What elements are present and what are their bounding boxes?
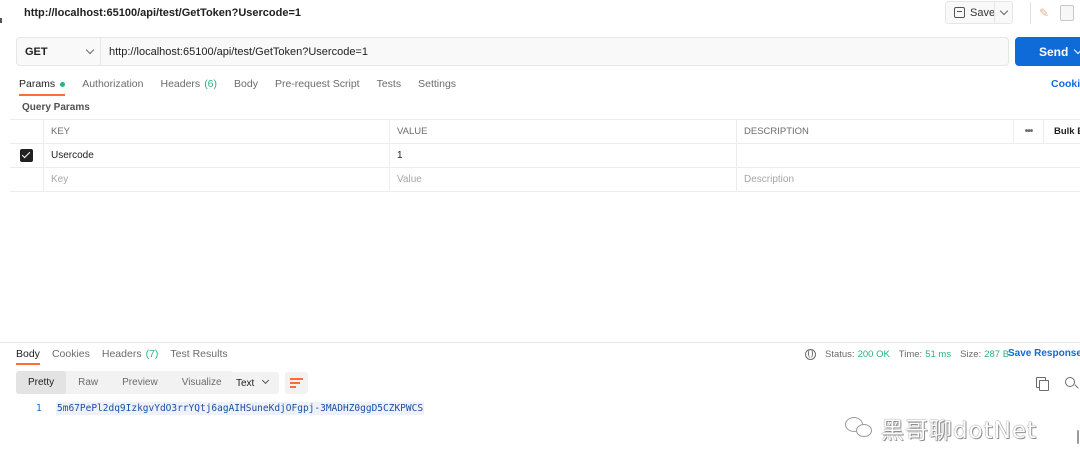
tab-label: Tests (376, 78, 402, 90)
tab-response-headers[interactable]: Headers (7) (102, 346, 159, 362)
view-preview[interactable]: Preview (110, 371, 170, 394)
size-label: Size: (960, 348, 982, 360)
tab-label: Test Results (170, 348, 228, 360)
tab-label: Authorization (82, 78, 144, 90)
format-select[interactable]: Text (229, 372, 279, 394)
param-key[interactable]: Usercode (43, 144, 389, 167)
new-value-input[interactable]: Value (389, 168, 736, 191)
send-button[interactable]: Send (1015, 37, 1080, 66)
chevron-down-icon[interactable] (1073, 45, 1080, 55)
value-column-header: VALUE (389, 120, 736, 143)
response-body-line: 1 5m67PePl2dq9IzkgvYdO3rrYQtj6agAIHSuneK… (36, 402, 425, 415)
query-params-table: KEY VALUE DESCRIPTION ••• Bulk Ed Userco… (10, 119, 1080, 192)
response-token-text[interactable]: 5m67PePl2dq9IzkgvYdO3rrYQtj6agAIHSuneKdj… (56, 402, 425, 415)
param-checkbox[interactable] (20, 149, 33, 162)
save-divider (994, 2, 995, 23)
tab-label: Body (16, 348, 40, 360)
search-icon[interactable] (1065, 377, 1075, 387)
header-checkbox-cell (10, 120, 43, 143)
param-value[interactable]: 1 (389, 144, 736, 167)
cookies-link[interactable]: Cookie (1051, 78, 1080, 90)
time-label: Time: (898, 348, 923, 360)
param-description[interactable] (736, 144, 1013, 167)
tab-label: Settings (418, 78, 457, 90)
tab-label: Pre-request Script (274, 78, 360, 90)
wrap-lines-icon (290, 378, 303, 388)
watermark-text: 黑哥聊dotNet (881, 418, 1038, 444)
chevron-down-icon (85, 45, 95, 55)
tab-label: Params (19, 78, 56, 90)
response-status-bar: Status: 200 OK Time: 51 ms Size: 287 B (805, 347, 1018, 361)
tab-label: Cookies (51, 348, 90, 360)
response-pane-divider[interactable] (0, 342, 1080, 343)
view-pretty[interactable]: Pretty (16, 371, 67, 394)
scrollbar[interactable] (1077, 430, 1079, 444)
table-row: Usercode 1 (10, 144, 1080, 168)
documentation-icon[interactable] (1060, 5, 1074, 21)
tab-tests[interactable]: Tests (377, 75, 402, 93)
watermark: 黑哥聊dotNet (845, 411, 1037, 445)
globe-icon[interactable] (805, 348, 816, 360)
description-column-header: DESCRIPTION (736, 120, 1013, 143)
copy-icon[interactable] (1036, 377, 1049, 391)
chevron-down-icon (261, 376, 270, 385)
tab-label: Body (234, 78, 258, 90)
status-label: Status: (825, 348, 855, 360)
save-response-label: Save Response (1008, 348, 1080, 359)
new-description-input[interactable]: Description (736, 168, 1013, 191)
new-key-input[interactable]: Key (43, 168, 389, 191)
tab-pre-request-script[interactable]: Pre-request Script (275, 75, 360, 93)
view-mode-switch: Pretty Raw Preview Visualize (16, 371, 234, 394)
format-value: Text (236, 377, 255, 389)
url-input[interactable] (101, 38, 1008, 65)
tab-count: (6) (204, 78, 218, 90)
url-bar: GET (16, 37, 1009, 66)
tab-headers[interactable]: Headers (6) (160, 75, 217, 93)
tab-body[interactable]: Body (234, 75, 258, 93)
size-value[interactable]: 287 B (984, 349, 1009, 360)
table-row-empty: Key Value Description (10, 168, 1080, 192)
save-label: Save (970, 6, 996, 19)
tab-authorization[interactable]: Authorization (82, 75, 143, 93)
chevron-down-icon[interactable] (999, 6, 1009, 16)
key-column-header: KEY (43, 120, 389, 143)
empty-checkbox-cell (10, 168, 43, 191)
save-response-button[interactable]: Save Response (1008, 348, 1080, 359)
save-button[interactable]: Save (945, 1, 1013, 24)
tab-label: Headers (160, 78, 201, 90)
line-number: 1 (36, 403, 42, 414)
save-icon (954, 7, 965, 18)
send-label: Send (1039, 44, 1069, 59)
param-checkbox-cell (10, 144, 43, 167)
pencil-icon[interactable]: ✎ (1036, 5, 1052, 21)
bulk-edit-link[interactable]: Bulk Ed (1043, 120, 1080, 143)
method-label: GET (25, 45, 48, 58)
tab-response-cookies[interactable]: Cookies (52, 346, 90, 362)
tab-test-results[interactable]: Test Results (170, 346, 227, 362)
query-params-label: Query Params (22, 102, 90, 113)
tab-count: (7) (145, 348, 159, 360)
status-value[interactable]: 200 OK (858, 349, 890, 360)
tab-settings[interactable]: Settings (418, 75, 456, 93)
toolbar-divider (1030, 2, 1031, 24)
request-title[interactable]: http://localhost:65100/api/test/GetToken… (24, 7, 301, 19)
time-value[interactable]: 51 ms (925, 349, 951, 360)
more-options-icon[interactable]: ••• (1013, 120, 1043, 143)
table-header-row: KEY VALUE DESCRIPTION ••• Bulk Ed (10, 120, 1080, 144)
view-raw[interactable]: Raw (66, 371, 110, 394)
tab-params[interactable]: Params (19, 75, 66, 96)
tab-response-body[interactable]: Body (16, 346, 40, 365)
tab-label: Headers (101, 348, 142, 360)
wrap-lines-button[interactable] (285, 372, 308, 394)
view-visualize[interactable]: Visualize (170, 371, 234, 394)
response-tabs: Body Cookies Headers (7) Test Results (16, 346, 240, 365)
request-tabs: Params Authorization Headers (6) Body Pr… (19, 75, 473, 96)
method-select[interactable]: GET (17, 38, 101, 65)
active-dot-icon (60, 81, 66, 87)
wechat-icon (845, 417, 873, 439)
request-title-bar: http://localhost:65100/api/test/GetToken… (0, 0, 1080, 26)
